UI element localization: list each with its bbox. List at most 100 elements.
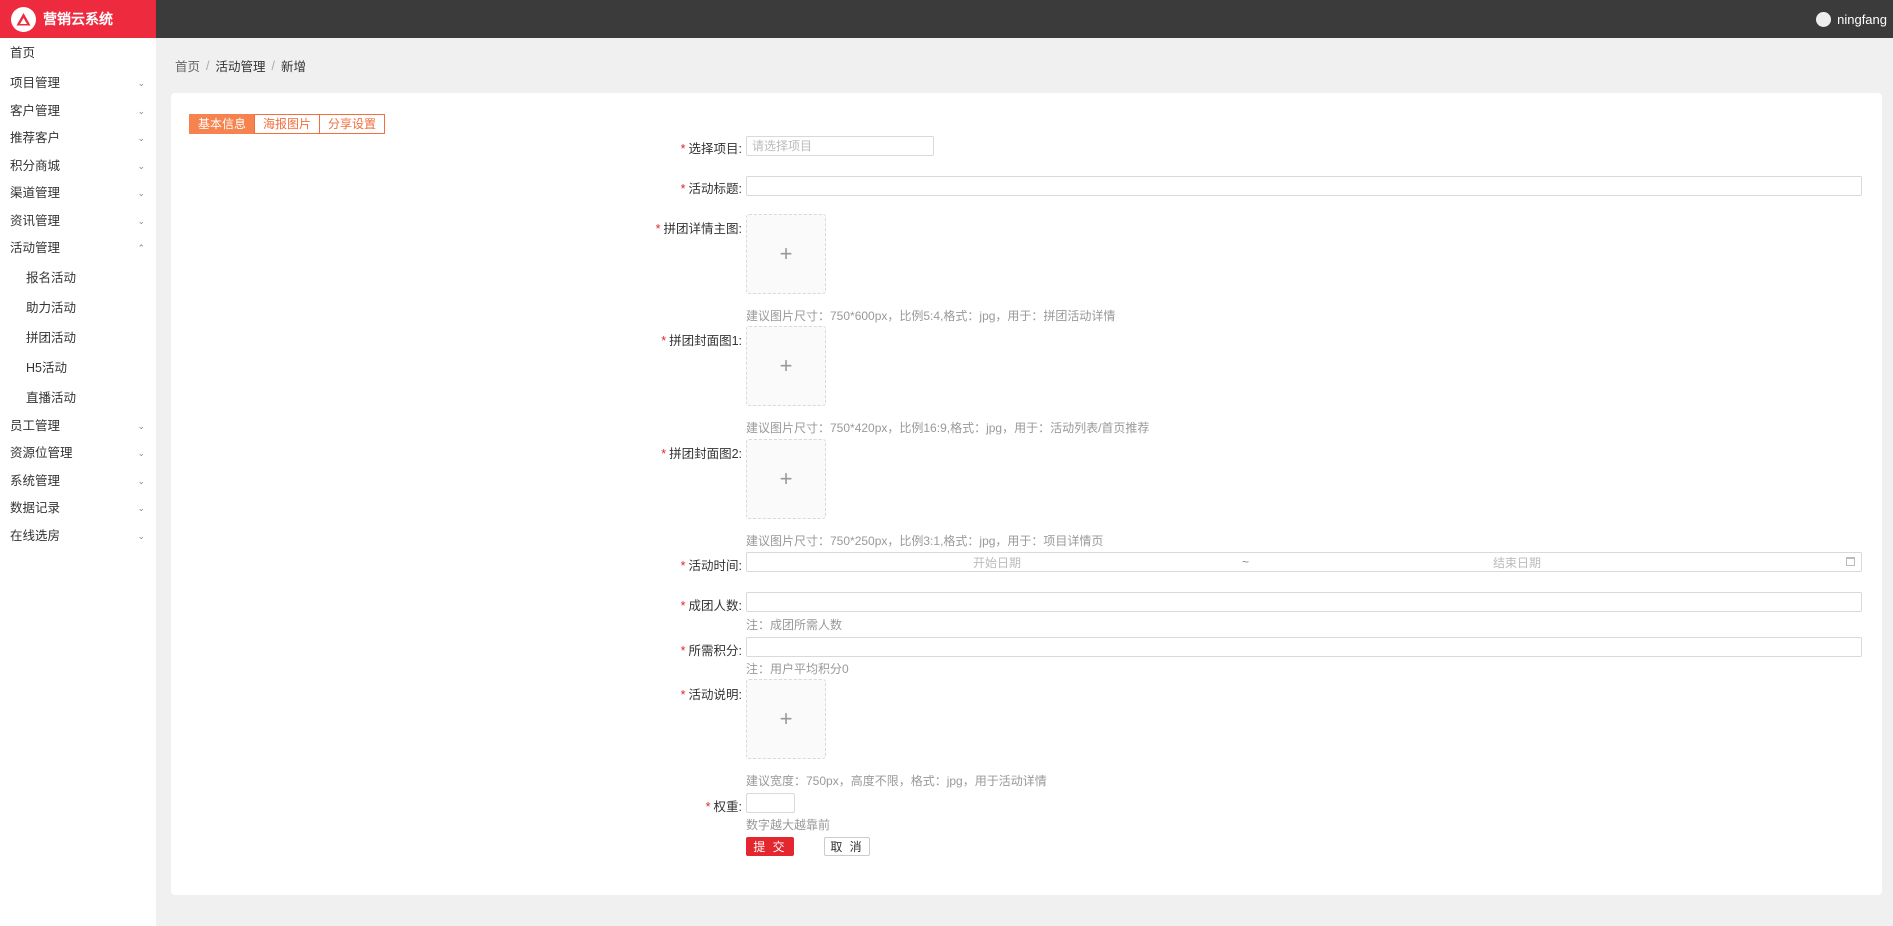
sidebar-item-referrals[interactable]: 推荐客户 ⌄ [0,125,156,153]
cover1-hint: 建议图片尺寸：750*420px，比例16:9,格式：jpg，用于：活动列表/首… [746,421,1150,435]
app-title: 营销云系统 [43,11,113,27]
required-mark: * [680,688,686,702]
chevron-down-icon: ⌄ [137,475,145,486]
points-input[interactable] [746,637,1862,657]
breadcrumb-current: 新增 [281,60,307,74]
sidebar-item-label: 报名活动 [26,270,77,285]
date-range-separator: ~ [1242,555,1250,569]
plus-icon: + [779,706,793,731]
sidebar-subitem-h5[interactable]: H5活动 [0,353,156,383]
chevron-down-icon: ⌄ [137,420,145,431]
tab-basic-info[interactable]: 基本信息 [189,114,256,134]
form-card: 基本信息 海报图片 分享设置 * 选择项目: 请选择项目 * 活动标题: * 拼团详情… [171,93,1882,895]
chevron-down-icon: ⌄ [137,160,145,171]
time-label-text: 活动时间: [688,559,742,573]
sidebar-item-label: 推荐客户 [10,131,61,145]
sidebar-item-label: 积分商城 [10,158,61,173]
avatar [1816,11,1832,27]
detail-image-label: * 拼团详情主图: [656,218,742,237]
group-size-hint: 注：成团所需人数 [746,618,843,632]
sidebar-item-customers[interactable]: 客户管理 ⌄ [0,98,156,126]
required-mark: * [680,142,686,156]
required-mark: * [705,800,711,814]
logo-icon [11,6,36,32]
cancel-button[interactable]: 取 消 [824,837,870,856]
cover1-upload[interactable]: + [746,326,826,406]
tab-share-settings[interactable]: 分享设置 [319,114,386,134]
project-select[interactable]: 请选择项目 [746,136,934,156]
required-mark: * [680,182,686,196]
sidebar-item-data-records[interactable]: 数据记录 ⌄ [0,495,156,523]
sidebar-item-resources[interactable]: 资源位管理 ⌄ [0,440,156,468]
end-date-input[interactable]: 结束日期 [1267,554,1767,571]
detail-image-label-text: 拼团详情主图: [663,222,742,236]
sidebar-item-news[interactable]: 资讯管理 ⌄ [0,208,156,236]
chevron-down-icon: ⌄ [137,215,145,226]
breadcrumb-home[interactable]: 首页 [175,56,200,75]
weight-input[interactable] [746,793,795,813]
sidebar-item-home[interactable]: 首页 [0,39,156,67]
cover2-label-text: 拼团封面图2: [669,447,742,461]
chevron-down-icon: ⌄ [137,105,145,116]
points-hint: 注：用户平均积分0 [746,662,849,676]
group-size-input[interactable] [746,592,1862,612]
cover1-label: * 拼团封面图1: [661,330,742,349]
title-label: * 活动标题: [681,178,742,197]
sidebar-item-label: 员工管理 [10,418,61,433]
chevron-down-icon: ⌄ [137,503,145,513]
description-upload[interactable]: + [746,679,826,759]
sidebar-item-points-mall[interactable]: 积分商城 ⌄ [0,153,156,181]
sidebar-item-label: 数据记录 [10,501,61,515]
plus-icon: + [779,241,793,266]
sidebar-item-staff[interactable]: 员工管理 ⌄ [0,413,156,441]
cover2-upload[interactable]: + [746,439,826,519]
brand[interactable]: 营销云系统 [0,0,156,38]
points-label-text: 所需积分: [688,644,742,658]
sidebar-item-label: 项目管理 [10,76,61,90]
title-label-text: 活动标题: [688,182,742,196]
detail-image-upload[interactable]: + [746,214,826,294]
submit-button[interactable]: 提 交 [746,837,794,856]
chevron-down-icon: ⌄ [137,448,145,458]
sidebar: 首页 项目管理 ⌄ 客户管理 ⌄ 推荐客户 ⌄ 积分商城 ⌄ 渠道管理 ⌄ 资讯… [0,38,156,926]
calendar-icon [1846,557,1855,566]
sidebar-subitem-assist[interactable]: 助力活动 [0,293,156,323]
sidebar-item-activities[interactable]: 活动管理 ⌃ [0,235,156,263]
date-range-picker[interactable]: 开始日期 ~ 结束日期 [746,552,1862,572]
sidebar-item-label: 资源位管理 [10,446,73,460]
tab-poster-images[interactable]: 海报图片 [254,114,321,134]
sidebar-subitem-group-buy[interactable]: 拼团活动 [0,323,156,353]
project-label-text: 选择项目: [688,142,742,156]
user-name: ningfang [1837,11,1887,27]
top-bar: 营销云系统 ningfang [0,0,1893,38]
chevron-up-icon: ⌃ [137,243,145,253]
sidebar-item-label: 首页 [10,46,36,60]
sidebar-item-label: 系统管理 [10,473,61,488]
sidebar-item-label: 客户管理 [10,103,61,118]
group-size-label: * 成团人数: [681,595,742,614]
sidebar-item-channels[interactable]: 渠道管理 ⌄ [0,180,156,208]
points-label: * 所需积分: [681,640,742,659]
group-size-label-text: 成团人数: [688,599,742,613]
description-hint: 建议宽度：750px，高度不限，格式：jpg，用于活动详情 [746,774,1047,788]
required-mark: * [680,559,686,573]
cover2-label: * 拼团封面图2: [661,443,742,462]
sidebar-item-label: 直播活动 [26,390,77,405]
sidebar-item-label: 助力活动 [26,300,77,315]
detail-image-hint: 建议图片尺寸：750*600px，比例5:4,格式：jpg，用于：拼团活动详情 [746,309,1116,323]
user-menu[interactable]: ningfang [1816,0,1887,38]
sidebar-item-system[interactable]: 系统管理 ⌄ [0,468,156,496]
plus-icon: + [779,353,793,378]
title-input[interactable] [746,176,1862,196]
required-mark: * [655,222,661,236]
sidebar-item-projects[interactable]: 项目管理 ⌄ [0,70,156,98]
sidebar-subitem-signup[interactable]: 报名活动 [0,263,156,293]
sidebar-item-label: 活动管理 [10,241,61,255]
start-date-input[interactable]: 开始日期 [747,554,1247,571]
sidebar-item-label: 渠道管理 [10,186,61,200]
breadcrumb-section[interactable]: 活动管理 [216,56,266,75]
sidebar-subitem-live[interactable]: 直播活动 [0,383,156,413]
sidebar-item-online-housing[interactable]: 在线选房 ⌄ [0,523,156,551]
sidebar-item-label: 拼团活动 [26,330,77,345]
sidebar-item-label: 在线选房 [10,528,61,543]
